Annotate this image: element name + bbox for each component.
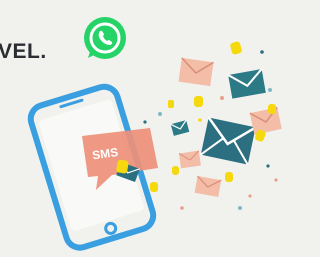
messaging-illustration: SMS — [27, 17, 282, 251]
whatsapp-icon — [84, 17, 126, 59]
illustration: VEL. SMS — [0, 0, 293, 257]
